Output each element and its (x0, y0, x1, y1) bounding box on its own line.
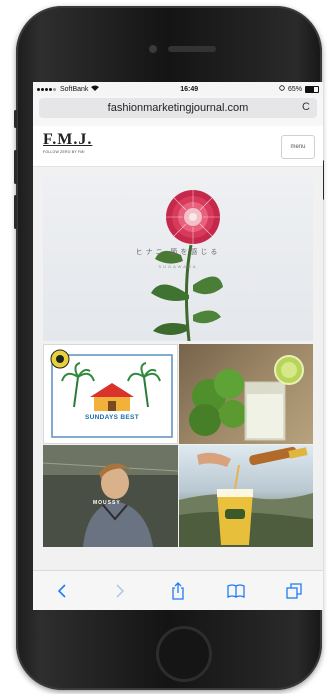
signal-icon (37, 86, 57, 93)
front-camera (149, 45, 157, 53)
tile-moussy[interactable]: MOUSSY (43, 445, 178, 547)
moussy-photo (43, 445, 178, 547)
status-right: 65% (279, 85, 319, 93)
volume-up-button[interactable] (14, 150, 17, 184)
mute-switch[interactable] (14, 110, 17, 128)
volume-down-button[interactable] (14, 195, 17, 229)
battery-percent: 65% (287, 85, 302, 93)
bookmarks-icon[interactable] (224, 579, 248, 603)
menu-button[interactable]: menu (281, 135, 315, 159)
alarm-icon (279, 85, 285, 93)
status-time: 16:49 (180, 85, 199, 93)
site-logo[interactable]: F.M.J. FOLLOW ZERO BY FMI (43, 131, 92, 154)
sundays-best-logo (45, 346, 177, 443)
site-header: F.M.J. FOLLOW ZERO BY FMI menu (33, 126, 323, 167)
screen: SoftBank 16:49 65% fashionmarketingjourn… (33, 82, 323, 610)
hero-subtitle: SUGAWARA (158, 264, 198, 269)
logo-text: F.M.J. (43, 131, 93, 148)
hero-banner[interactable]: ヒナニ 節を感じる SUGAWARA (43, 175, 313, 341)
dahlia-illustration (151, 190, 223, 341)
address-bar[interactable]: fashionmarketingjournal.com C (39, 98, 317, 118)
home-button[interactable] (156, 626, 212, 682)
tile-beer-outdoor[interactable] (179, 445, 313, 547)
wifi-icon (91, 85, 100, 93)
browser-toolbar (33, 570, 323, 610)
forward-icon[interactable] (108, 579, 132, 603)
reload-icon[interactable]: C (302, 101, 310, 113)
tile-sundays-best[interactable]: SUNDAYS BEST (43, 344, 178, 444)
status-bar: SoftBank 16:49 65% (33, 82, 323, 96)
earpiece-speaker (168, 46, 216, 52)
battery-icon (305, 85, 319, 93)
moussy-label: MOUSSY (93, 500, 121, 506)
url-text[interactable]: fashionmarketingjournal.com (108, 102, 249, 114)
back-icon[interactable] (50, 579, 74, 603)
lime-drink-photo (179, 344, 313, 444)
hero-headline: ヒナニ 節を感じる (135, 248, 221, 256)
beer-photo (179, 446, 313, 547)
carrier-name: SoftBank (60, 85, 89, 93)
tabs-icon[interactable] (282, 579, 306, 603)
share-icon[interactable] (166, 579, 190, 603)
logo-tagline: FOLLOW ZERO BY FMI (43, 150, 85, 154)
carrier-info: SoftBank (37, 85, 100, 93)
tile-citrus-drink[interactable] (179, 344, 313, 444)
sundays-best-label: SUNDAYS BEST (85, 414, 139, 421)
content-grid: ヒナニ 節を感じる SUGAWARA SUNDAYS BEST MOUSSY (33, 167, 323, 587)
